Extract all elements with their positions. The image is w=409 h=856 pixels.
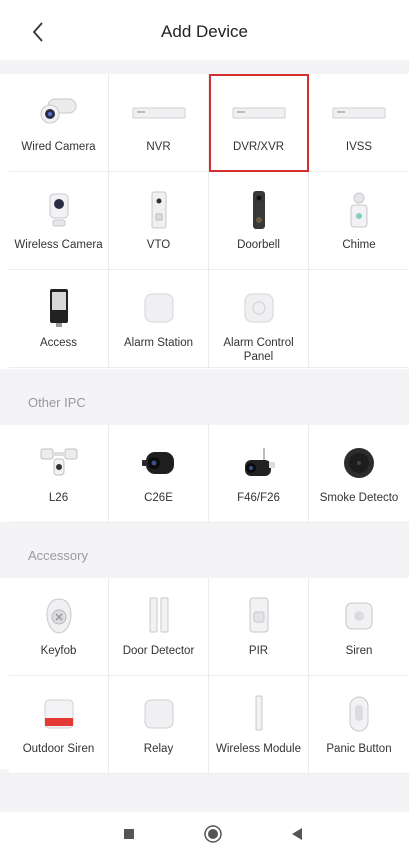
device-label: VTO bbox=[146, 239, 171, 251]
bottom-spacer bbox=[0, 769, 409, 812]
device-vto[interactable]: VTO bbox=[109, 172, 209, 270]
back-nav-button[interactable] bbox=[287, 824, 307, 844]
bullet-wifi-camera-icon bbox=[244, 448, 275, 476]
device-label: NVR bbox=[146, 141, 171, 153]
floodlight-camera-icon bbox=[40, 448, 77, 476]
device-keyfob[interactable]: Keyfob bbox=[9, 578, 109, 676]
device-wired-camera[interactable]: Wired Camera bbox=[9, 74, 109, 172]
smoke-detector-icon bbox=[344, 448, 374, 478]
device-label: Wireless Module bbox=[216, 743, 301, 755]
device-label: Chime bbox=[342, 239, 376, 251]
chime-icon bbox=[350, 192, 368, 228]
device-label: Keyfob bbox=[40, 645, 77, 657]
device-nvr[interactable]: NVR bbox=[109, 74, 209, 172]
triangle-back-icon bbox=[292, 828, 302, 840]
dvr-recorder-icon bbox=[232, 107, 285, 119]
device-label: Alarm Control Panel bbox=[223, 337, 294, 363]
device-relay[interactable]: Relay bbox=[109, 676, 209, 774]
square-icon bbox=[124, 829, 134, 839]
device-wireless-camera[interactable]: Wireless Camera bbox=[9, 172, 109, 270]
wireless-module-icon bbox=[255, 695, 262, 731]
empty-cell bbox=[309, 270, 409, 368]
device-label: Alarm Station bbox=[123, 337, 194, 349]
device-f46-f26[interactable]: F46/F26 bbox=[209, 425, 309, 523]
device-panic-button[interactable]: Panic Button bbox=[309, 676, 409, 774]
alarm-control-panel-icon bbox=[244, 293, 273, 323]
doorbell-icon bbox=[252, 191, 265, 229]
other-ipc-grid: L26 C26E F46/F26 Smoke Detecto bbox=[9, 425, 409, 523]
device-label: Panic Button bbox=[326, 743, 392, 755]
access-terminal-icon bbox=[49, 289, 68, 327]
accessory-grid: Keyfob Door Detector PIR Siren Outdoor S… bbox=[9, 578, 409, 774]
device-c26e[interactable]: C26E bbox=[109, 425, 209, 523]
device-label: C26E bbox=[144, 492, 173, 504]
alarm-station-icon bbox=[144, 293, 173, 323]
cube-camera-icon bbox=[141, 452, 174, 474]
device-label: Wired Camera bbox=[21, 141, 96, 153]
device-alarm-control-panel[interactable]: Alarm Control Panel bbox=[209, 270, 309, 368]
nvr-recorder-icon bbox=[132, 107, 185, 119]
keyfob-icon bbox=[45, 598, 72, 634]
device-label: Door Detector bbox=[122, 645, 195, 657]
device-label: F46/F26 bbox=[237, 492, 280, 504]
relay-icon bbox=[144, 699, 173, 729]
device-label: Wireless Camera bbox=[14, 239, 103, 251]
app-header: Add Device bbox=[0, 0, 409, 60]
ivss-recorder-icon bbox=[332, 107, 386, 119]
outdoor-siren-icon bbox=[44, 699, 73, 729]
device-label: Access bbox=[39, 337, 78, 349]
device-label: L26 bbox=[48, 492, 69, 504]
pir-sensor-icon bbox=[249, 597, 268, 633]
bullet-camera-icon bbox=[40, 98, 76, 124]
device-label: Relay bbox=[143, 743, 174, 755]
device-alarm-station[interactable]: Alarm Station bbox=[109, 270, 209, 368]
device-label: Outdoor Siren bbox=[22, 743, 95, 755]
section-header-accessory: Accessory bbox=[28, 548, 88, 563]
section-header-other-ipc: Other IPC bbox=[28, 395, 86, 410]
home-button[interactable] bbox=[203, 824, 223, 844]
device-label: PIR bbox=[248, 645, 269, 657]
device-grid: Wired Camera NVR DVR/XVR IVSS Wireless C… bbox=[9, 74, 409, 368]
device-smoke-detector[interactable]: Smoke Detecto bbox=[309, 425, 409, 523]
top-spacer bbox=[0, 60, 409, 74]
device-l26[interactable]: L26 bbox=[9, 425, 109, 523]
page-title: Add Device bbox=[161, 22, 248, 41]
device-wireless-module[interactable]: Wireless Module bbox=[209, 676, 309, 774]
panic-button-icon bbox=[349, 696, 369, 732]
door-detector-icon bbox=[149, 597, 168, 633]
device-access[interactable]: Access bbox=[9, 270, 109, 368]
recents-button[interactable] bbox=[119, 824, 139, 844]
system-nav-bar bbox=[0, 812, 409, 856]
device-chime[interactable]: Chime bbox=[309, 172, 409, 270]
wireless-camera-icon bbox=[49, 193, 68, 227]
vto-panel-icon bbox=[151, 191, 166, 229]
siren-icon bbox=[345, 602, 373, 630]
device-doorbell[interactable]: Doorbell bbox=[209, 172, 309, 270]
device-label: IVSS bbox=[345, 141, 373, 153]
device-ivss[interactable]: IVSS bbox=[309, 74, 409, 172]
device-siren[interactable]: Siren bbox=[309, 578, 409, 676]
device-label: Smoke Detecto bbox=[319, 492, 399, 504]
home-circle-icon bbox=[204, 825, 222, 843]
device-label: DVR/XVR bbox=[232, 141, 285, 153]
device-dvr-xvr[interactable]: DVR/XVR bbox=[209, 74, 309, 172]
device-label: Doorbell bbox=[237, 239, 280, 251]
device-pir[interactable]: PIR bbox=[209, 578, 309, 676]
device-outdoor-siren[interactable]: Outdoor Siren bbox=[9, 676, 109, 774]
device-label: Siren bbox=[345, 645, 373, 657]
device-door-detector[interactable]: Door Detector bbox=[109, 578, 209, 676]
